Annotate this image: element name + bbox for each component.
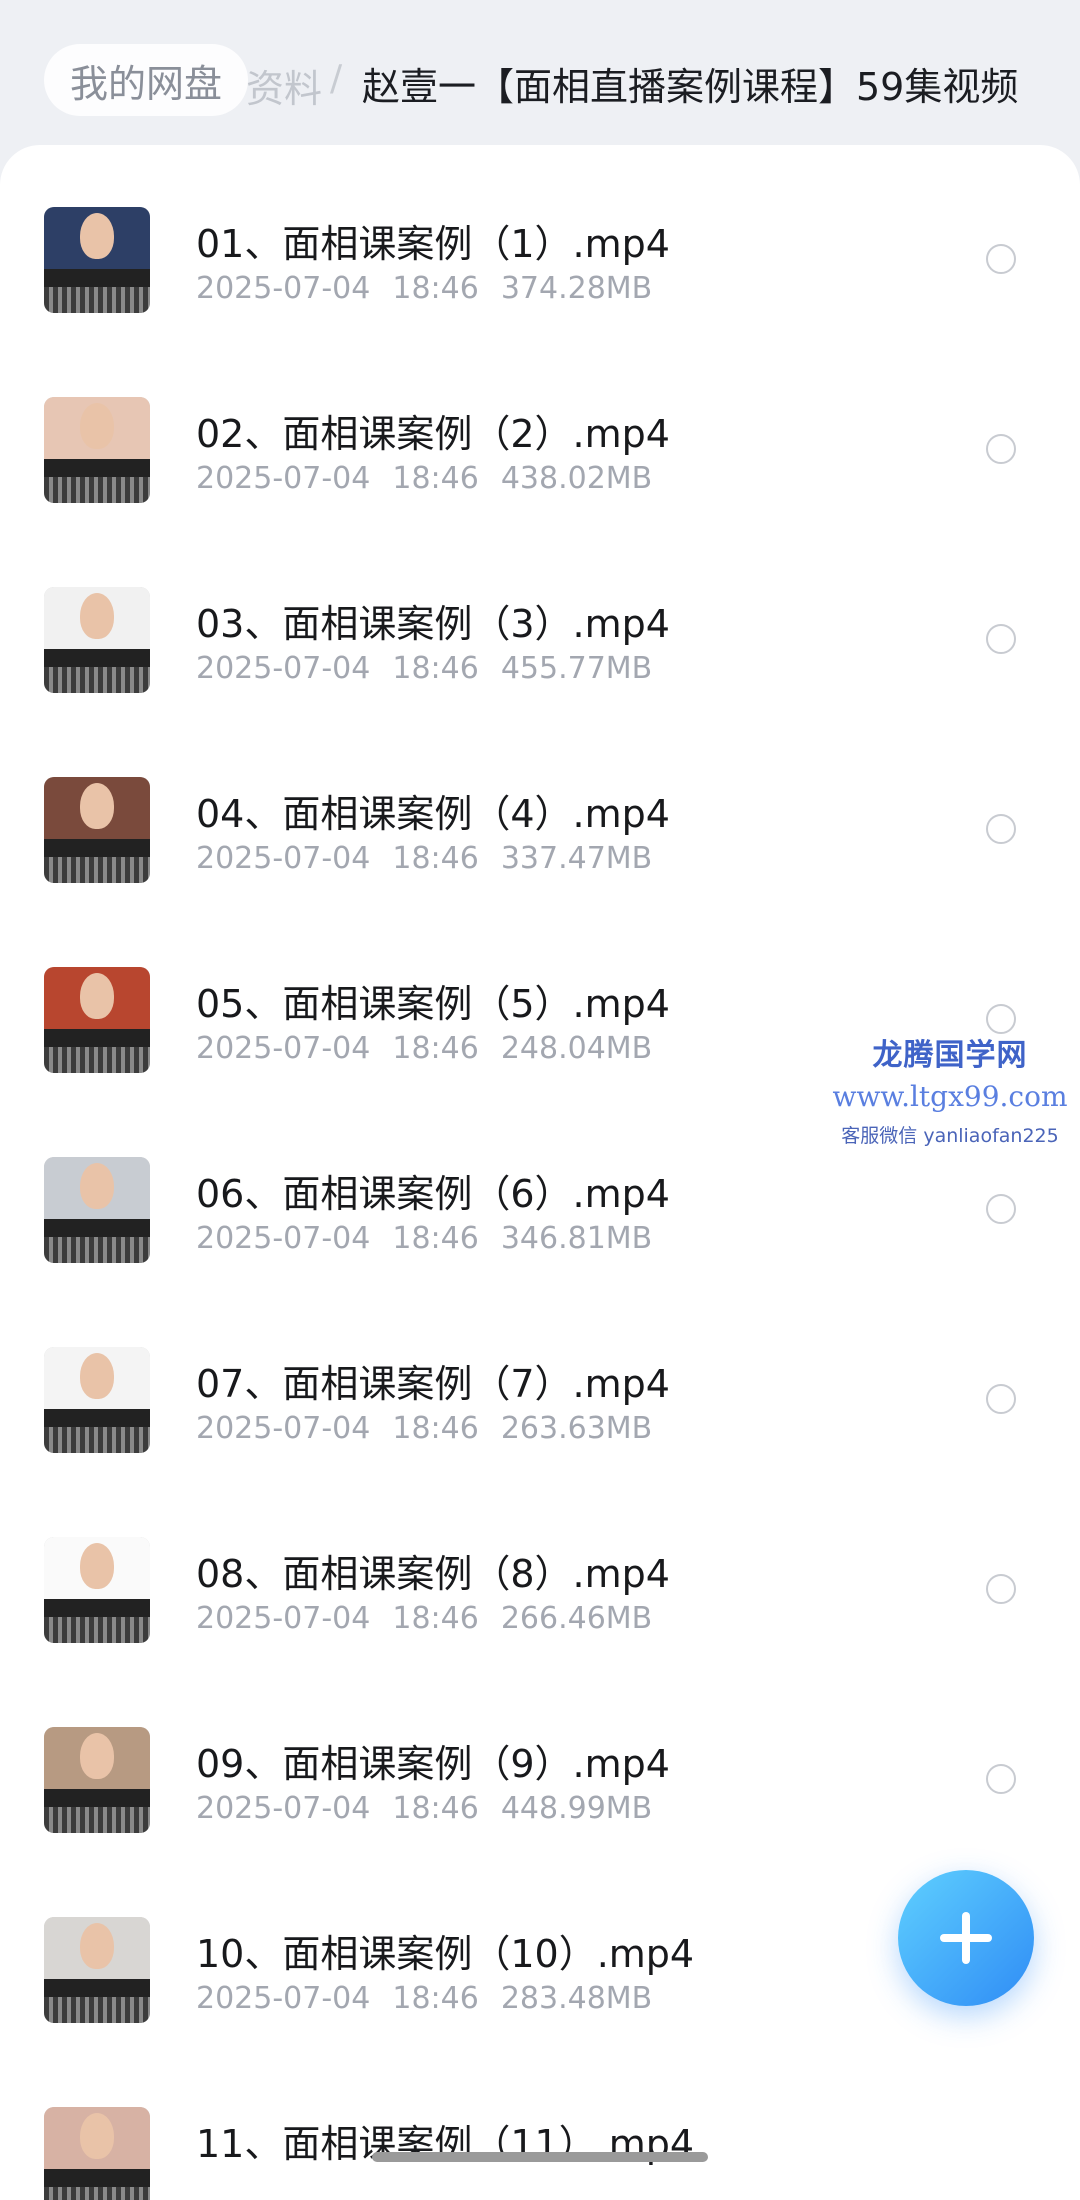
video-thumbnail <box>44 397 150 503</box>
file-name: 05、面相课案例（5）.mp4 <box>196 982 670 1026</box>
file-date: 2025-07-04 <box>196 271 371 306</box>
file-row[interactable]: 11、面相课案例（11）.mp4 <box>0 2045 1080 2200</box>
select-checkbox[interactable] <box>986 1384 1016 1414</box>
file-meta: 2025-07-04 18:46 455.77MB <box>196 651 652 686</box>
file-time: 18:46 <box>392 1981 479 2016</box>
video-thumbnail <box>44 777 150 883</box>
file-size: 248.04MB <box>500 1031 653 1066</box>
file-row[interactable]: 02、面相课案例（2）.mp4 2025-07-04 18:46 438.02MB <box>0 335 1080 525</box>
file-row[interactable]: 01、面相课案例（1）.mp4 2025-07-04 18:46 374.28MB <box>0 145 1080 335</box>
file-size: 346.81MB <box>500 1221 653 1256</box>
file-date: 2025-07-04 <box>196 1031 371 1066</box>
file-date: 2025-07-04 <box>196 461 371 496</box>
file-time: 18:46 <box>392 841 479 876</box>
watermark: 龙腾国学网 www.ltgx99.com 客服微信 yanliaofan225 <box>820 1030 1080 1148</box>
file-row[interactable]: 07、面相课案例（7）.mp4 2025-07-04 18:46 263.63MB <box>0 1285 1080 1475</box>
file-date: 2025-07-04 <box>196 841 371 876</box>
file-meta: 2025-07-04 18:46 438.02MB <box>196 461 652 496</box>
file-row[interactable]: 08、面相课案例（8）.mp4 2025-07-04 18:46 266.46MB <box>0 1475 1080 1665</box>
file-time: 18:46 <box>392 1031 479 1066</box>
file-time: 18:46 <box>392 1221 479 1256</box>
video-thumbnail <box>44 967 150 1073</box>
select-checkbox[interactable] <box>986 1764 1016 1794</box>
video-thumbnail <box>44 1157 150 1263</box>
breadcrumb: 我的网盘 资料 / 赵壹一【面相直播案例课程】59集视频 <box>0 0 1080 150</box>
add-button[interactable] <box>898 1870 1034 2006</box>
file-name: 04、面相课案例（4）.mp4 <box>196 792 670 836</box>
watermark-contact: 客服微信 yanliaofan225 <box>841 1125 1059 1147</box>
video-thumbnail <box>44 2107 150 2200</box>
file-size: 266.46MB <box>500 1601 653 1636</box>
select-checkbox[interactable] <box>986 1194 1016 1224</box>
file-name: 03、面相课案例（3）.mp4 <box>196 602 670 646</box>
file-date: 2025-07-04 <box>196 1791 371 1826</box>
file-size: 263.63MB <box>500 1411 653 1446</box>
file-size: 283.48MB <box>500 1981 653 2016</box>
file-name: 08、面相课案例（8）.mp4 <box>196 1552 670 1596</box>
file-time: 18:46 <box>392 1411 479 1446</box>
watermark-title: 龙腾国学网 <box>872 1038 1028 1073</box>
file-meta: 2025-07-04 18:46 266.46MB <box>196 1601 652 1636</box>
file-meta: 2025-07-04 18:46 263.63MB <box>196 1411 652 1446</box>
file-name: 07、面相课案例（7）.mp4 <box>196 1362 670 1406</box>
select-checkbox[interactable] <box>986 434 1016 464</box>
file-row[interactable]: 04、面相课案例（4）.mp4 2025-07-04 18:46 337.47MB <box>0 715 1080 905</box>
breadcrumb-home[interactable]: 我的网盘 <box>44 44 249 116</box>
select-checkbox[interactable] <box>986 814 1016 844</box>
file-date: 2025-07-04 <box>196 1221 371 1256</box>
select-checkbox[interactable] <box>986 244 1016 274</box>
file-time: 18:46 <box>392 1791 479 1826</box>
file-size: 374.28MB <box>500 271 653 306</box>
file-row[interactable]: 03、面相课案例（3）.mp4 2025-07-04 18:46 455.77MB <box>0 525 1080 715</box>
file-time: 18:46 <box>392 461 479 496</box>
file-size: 448.99MB <box>500 1791 653 1826</box>
video-thumbnail <box>44 1537 150 1643</box>
file-date: 2025-07-04 <box>196 651 371 686</box>
file-date: 2025-07-04 <box>196 1601 371 1636</box>
video-thumbnail <box>44 1347 150 1453</box>
file-time: 18:46 <box>392 271 479 306</box>
file-size: 438.02MB <box>500 461 653 496</box>
video-thumbnail <box>44 207 150 313</box>
select-checkbox[interactable] <box>986 1574 1016 1604</box>
file-meta: 2025-07-04 18:46 346.81MB <box>196 1221 652 1256</box>
file-size: 337.47MB <box>500 841 653 876</box>
file-meta: 2025-07-04 18:46 448.99MB <box>196 1791 652 1826</box>
file-name: 10、面相课案例（10）.mp4 <box>196 1932 695 1976</box>
file-name: 02、面相课案例（2）.mp4 <box>196 412 670 456</box>
breadcrumb-current-folder: 赵壹一【面相直播案例课程】59集视频 <box>362 65 1019 109</box>
file-size: 455.77MB <box>500 651 653 686</box>
file-name: 09、面相课案例（9）.mp4 <box>196 1742 670 1786</box>
video-thumbnail <box>44 1727 150 1833</box>
file-meta: 2025-07-04 18:46 374.28MB <box>196 271 652 306</box>
home-indicator[interactable] <box>372 2152 708 2162</box>
file-name: 01、面相课案例（1）.mp4 <box>196 222 670 266</box>
file-name: 06、面相课案例（6）.mp4 <box>196 1172 670 1216</box>
select-checkbox[interactable] <box>986 624 1016 654</box>
video-thumbnail <box>44 587 150 693</box>
file-time: 18:46 <box>392 1601 479 1636</box>
file-meta: 2025-07-04 18:46 337.47MB <box>196 841 652 876</box>
file-time: 18:46 <box>392 651 479 686</box>
video-thumbnail <box>44 1917 150 2023</box>
file-meta: 2025-07-04 18:46 283.48MB <box>196 1981 652 2016</box>
breadcrumb-separator: / <box>330 58 343 99</box>
file-date: 2025-07-04 <box>196 1411 371 1446</box>
file-meta: 2025-07-04 18:46 248.04MB <box>196 1031 652 1066</box>
file-date: 2025-07-04 <box>196 1981 371 2016</box>
file-row[interactable]: 09、面相课案例（9）.mp4 2025-07-04 18:46 448.99MB <box>0 1665 1080 1855</box>
breadcrumb-folder[interactable]: 资料 <box>246 58 322 113</box>
watermark-url: www.ltgx99.com <box>832 1080 1068 1113</box>
